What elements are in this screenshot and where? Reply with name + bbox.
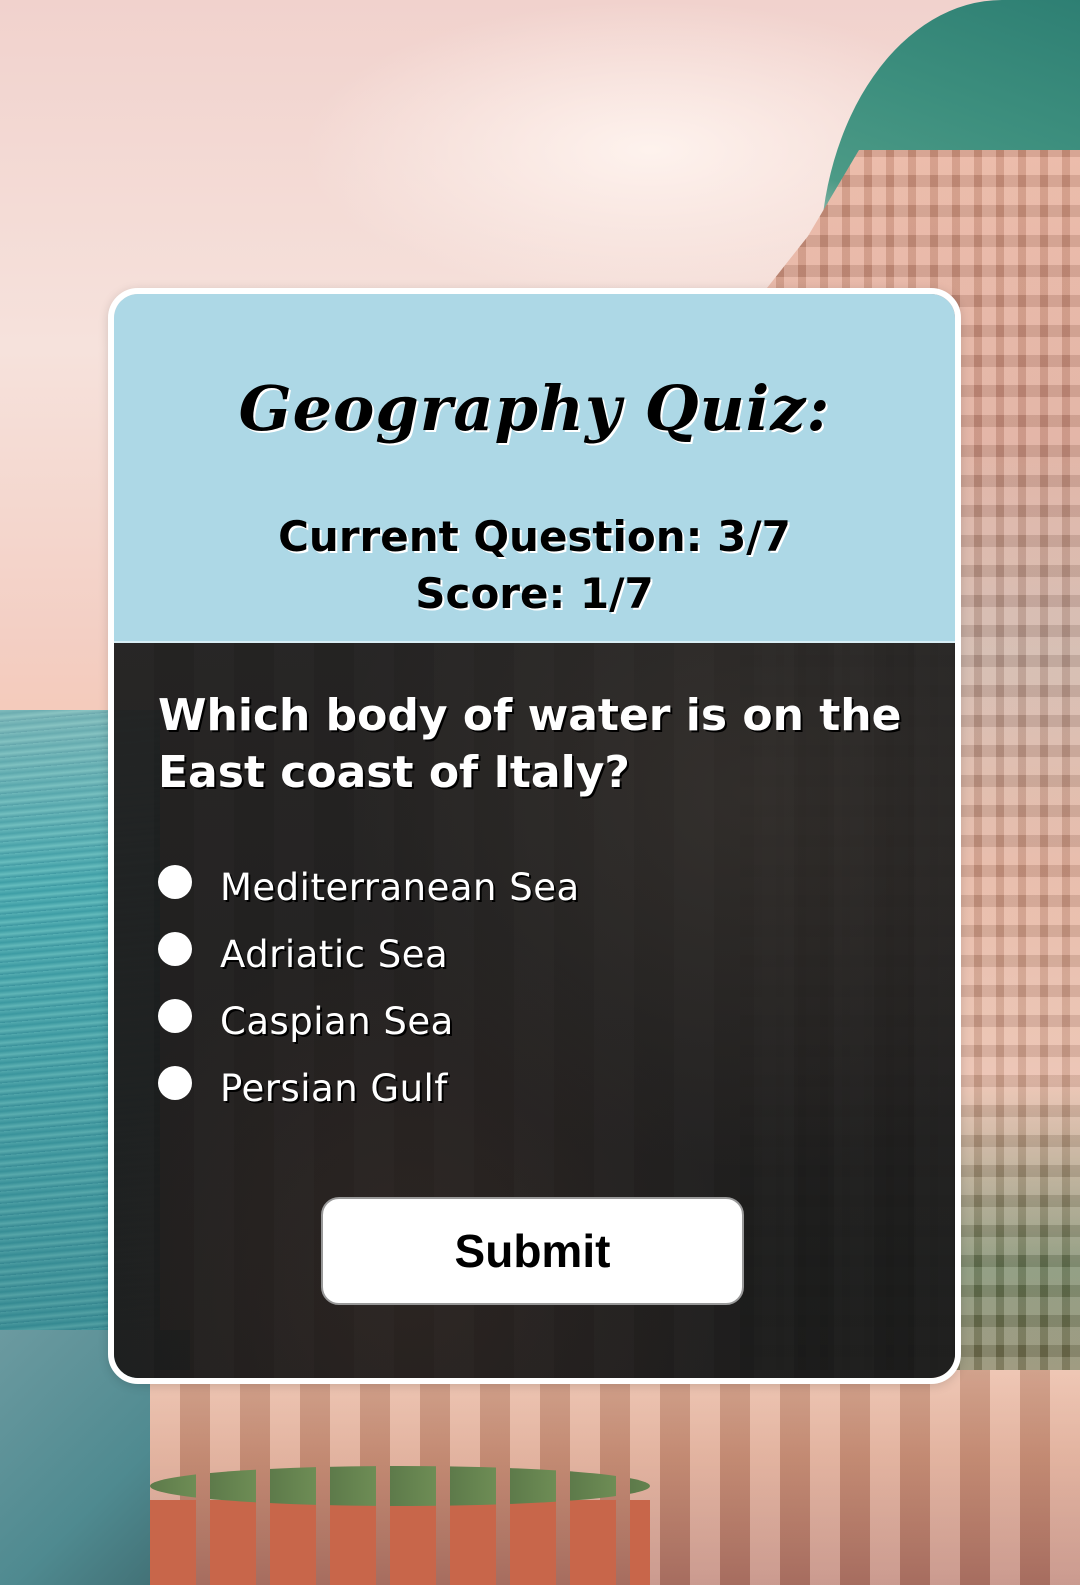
background-flower-pots	[150, 1466, 650, 1585]
answer-option-label: Mediterranean Sea	[220, 866, 580, 909]
radio-button[interactable]	[158, 931, 192, 966]
quiz-card: Geography Quiz: Current Question: 3/7 Sc…	[108, 288, 961, 1384]
answer-option[interactable]: Adriatic Sea	[158, 915, 911, 982]
answer-option-label: Caspian Sea	[220, 1000, 454, 1043]
radio-button[interactable]	[158, 864, 192, 899]
score-counter: Score: 1/7	[415, 569, 654, 618]
submit-button[interactable]: Submit	[321, 1197, 744, 1305]
question-panel: Which body of water is on the East coast…	[114, 643, 955, 1378]
answer-options: Mediterranean Sea Adriatic Sea Caspian S…	[158, 848, 911, 1116]
answer-option-label: Adriatic Sea	[220, 933, 449, 976]
radio-button[interactable]	[158, 1065, 192, 1100]
radio-button[interactable]	[158, 998, 192, 1033]
current-question-counter: Current Question: 3/7	[278, 512, 791, 561]
quiz-stats: Current Question: 3/7 Score: 1/7	[114, 508, 955, 622]
question-text: Which body of water is on the East coast…	[158, 690, 902, 798]
answer-option[interactable]: Persian Gulf	[158, 1049, 911, 1116]
quiz-header: Geography Quiz: Current Question: 3/7 Sc…	[114, 294, 955, 643]
answer-option[interactable]: Caspian Sea	[158, 982, 911, 1049]
quiz-title: Geography Quiz:	[238, 372, 831, 445]
answer-option-label: Persian Gulf	[220, 1067, 448, 1110]
submit-row: Submit	[114, 1197, 955, 1305]
answer-option[interactable]: Mediterranean Sea	[158, 848, 911, 915]
